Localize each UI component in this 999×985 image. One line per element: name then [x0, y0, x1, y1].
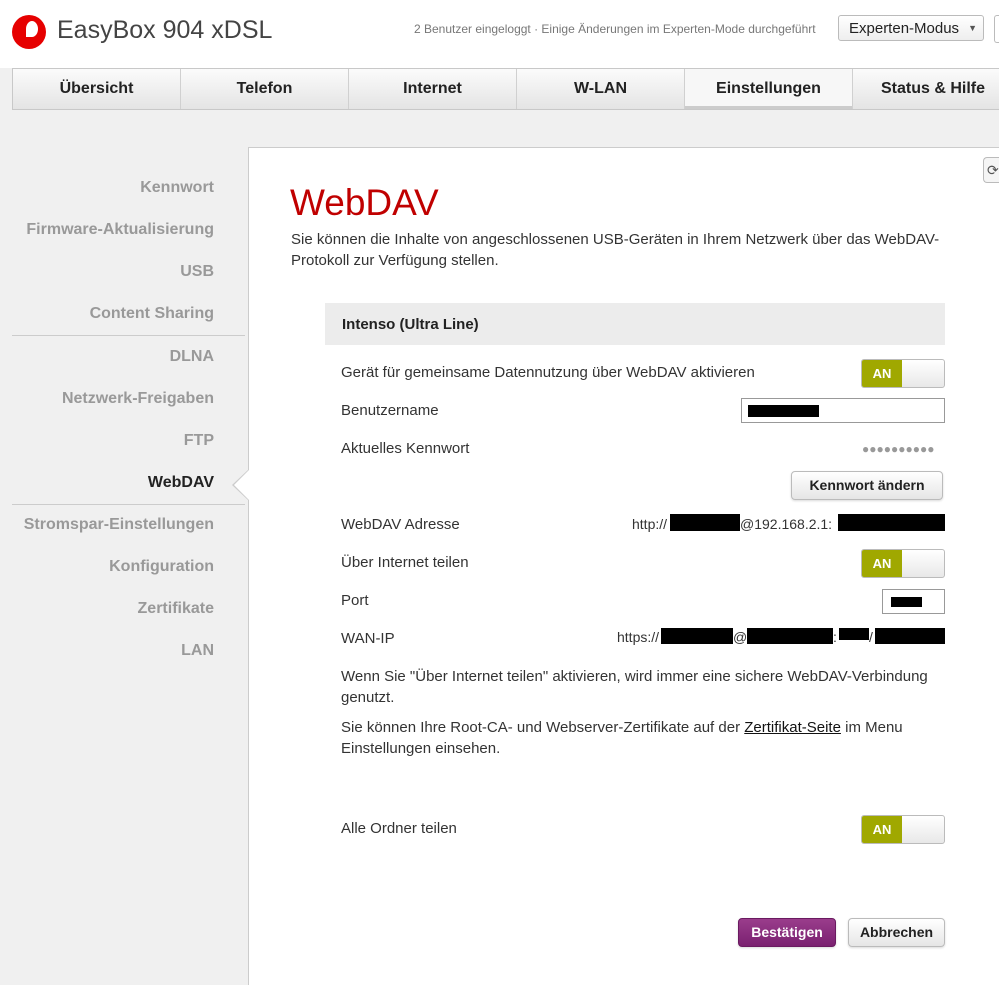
header-bar: EasyBox 904 xDSL 2 Benutzer eingeloggt ·…	[0, 0, 999, 68]
confirm-button[interactable]: Bestätigen	[738, 918, 836, 947]
tab-einstellungen[interactable]: Einstellungen	[685, 69, 853, 109]
sidebar-item-zertifikate[interactable]: Zertifikate	[138, 600, 214, 618]
redacted-value	[748, 405, 819, 417]
all-folders-label: Alle Ordner teilen	[341, 820, 457, 837]
webdav-address-label: WebDAV Adresse	[341, 516, 460, 533]
toggle-state: AN	[862, 550, 902, 577]
wan-ip-at: @	[733, 629, 748, 645]
sidebar-item-webdav[interactable]: WebDAV	[148, 474, 214, 492]
cancel-button[interactable]: Abbrechen	[848, 918, 945, 947]
mode-select[interactable]: Experten-Modus ▼	[838, 15, 984, 41]
webdav-address-host: @192.168.2.1:	[740, 516, 833, 532]
vodafone-logo	[12, 15, 46, 49]
share-internet-info: Wenn Sie "Über Internet teilen" aktivier…	[341, 668, 928, 706]
wan-ip-label: WAN-IP	[341, 630, 395, 647]
wan-ip-prefix: https://	[617, 629, 660, 645]
mode-select-value: Experten-Modus	[849, 20, 960, 37]
main-navigation: Übersicht Telefon Internet W-LAN Einstel…	[12, 68, 999, 110]
all-folders-toggle[interactable]: AN	[861, 815, 945, 844]
tab-status-hilfe[interactable]: Status & Hilfe	[853, 69, 999, 109]
sidebar-item-content-sharing[interactable]: Content Sharing	[90, 305, 214, 323]
device-section-header: Intenso (Ultra Line)	[325, 303, 945, 345]
activate-webdav-toggle[interactable]: AN	[861, 359, 945, 388]
webdav-address-prefix: http://	[632, 516, 668, 532]
password-value: ●●●●●●●●●●	[862, 442, 935, 456]
sidebar-item-kennwort[interactable]: Kennwort	[140, 179, 214, 197]
redacted-value	[839, 628, 869, 640]
port-input[interactable]	[882, 589, 945, 614]
sidebar-item-konfiguration[interactable]: Konfiguration	[109, 558, 214, 576]
header-edge-control[interactable]	[994, 15, 999, 43]
redacted-value	[891, 597, 922, 607]
username-label: Benutzername	[341, 402, 439, 419]
password-label: Aktuelles Kennwort	[341, 440, 470, 457]
redacted-value	[838, 514, 945, 531]
app-title: EasyBox 904 xDSL	[57, 16, 273, 44]
sidebar-divider	[12, 504, 245, 505]
tab-telefon[interactable]: Telefon	[181, 69, 349, 109]
page-title: WebDAV	[290, 182, 439, 223]
certificate-page-link[interactable]: Zertifikat-Seite	[744, 719, 841, 736]
wan-ip-slash: /	[869, 629, 873, 645]
sidebar-item-lan[interactable]: LAN	[181, 642, 214, 660]
tab-uebersicht[interactable]: Übersicht	[13, 69, 181, 109]
tab-wlan[interactable]: W-LAN	[517, 69, 685, 109]
sidebar-item-dlna[interactable]: DLNA	[170, 348, 214, 366]
change-password-button[interactable]: Kennwort ändern	[791, 471, 943, 500]
chevron-down-icon: ▼	[968, 23, 977, 33]
redacted-value	[661, 628, 733, 644]
device-name: Intenso (Ultra Line)	[342, 316, 479, 333]
toggle-state: AN	[862, 816, 902, 843]
redacted-value	[747, 628, 833, 644]
sidebar-item-netzwerk-freigaben[interactable]: Netzwerk-Freigaben	[62, 390, 214, 408]
login-status-text: 2 Benutzer eingeloggt · Einige Änderunge…	[414, 22, 816, 36]
redacted-value	[670, 514, 740, 531]
port-label: Port	[341, 592, 369, 609]
activate-webdav-label: Gerät für gemeinsame Datennutzung über W…	[341, 364, 755, 381]
share-internet-toggle[interactable]: AN	[861, 549, 945, 578]
tab-internet[interactable]: Internet	[349, 69, 517, 109]
certificate-info: Sie können Ihre Root-CA- und Webserver-Z…	[341, 719, 903, 757]
sidebar-divider	[12, 335, 245, 336]
sidebar-item-ftp[interactable]: FTP	[184, 432, 214, 450]
toggle-state: AN	[862, 360, 902, 387]
redacted-value	[875, 628, 945, 644]
refresh-icon[interactable]: ⟳	[983, 157, 999, 183]
share-internet-label: Über Internet teilen	[341, 554, 469, 571]
username-input[interactable]	[741, 398, 945, 423]
sidebar-item-stromspar[interactable]: Stromspar-Einstellungen	[24, 516, 214, 534]
page-description: Sie können die Inhalte von angeschlossen…	[291, 231, 940, 269]
wan-ip-colon: :	[833, 629, 837, 645]
sidebar-item-firmware[interactable]: Firmware-Aktualisierung	[26, 221, 214, 239]
sidebar-item-usb[interactable]: USB	[180, 263, 214, 281]
